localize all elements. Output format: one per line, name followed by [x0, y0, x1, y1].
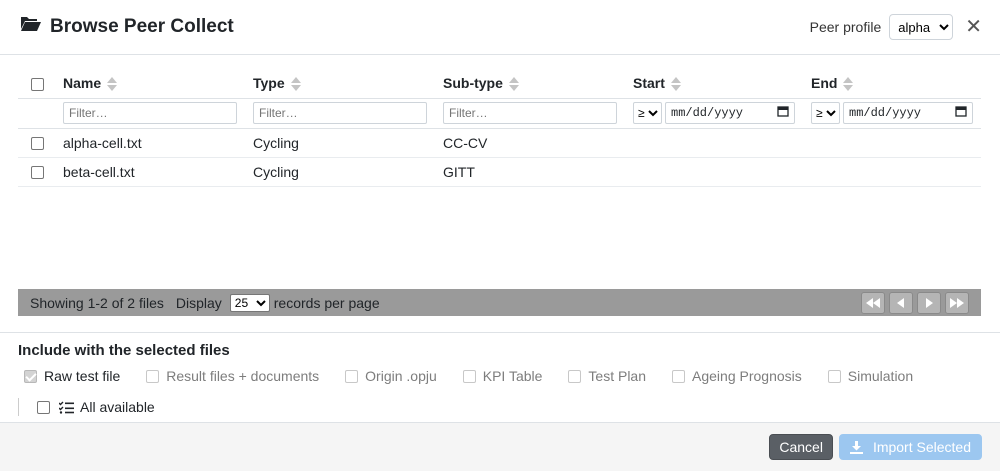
- raw-test-file-checkbox[interactable]: [24, 369, 37, 383]
- origin-opju-checkbox[interactable]: [345, 369, 359, 383]
- cancel-button[interactable]: Cancel: [769, 434, 833, 460]
- table-row[interactable]: beta-cell.txt Cycling GITT: [18, 157, 981, 187]
- double-chevron-left-icon: [866, 297, 880, 308]
- ageing-prognosis-checkbox[interactable]: [672, 369, 686, 383]
- pagination-bar: Showing 1-2 of 2 files Display 25 record…: [18, 289, 981, 316]
- cell-end: [803, 128, 981, 158]
- option-kpi-table[interactable]: KPI Table: [457, 368, 542, 384]
- per-page-suffix: records per page: [273, 294, 380, 311]
- next-page-button[interactable]: [917, 291, 941, 314]
- list-check-icon: [59, 401, 74, 414]
- display-label: Display: [175, 294, 222, 311]
- column-header-type[interactable]: Type: [245, 68, 435, 99]
- option-simulation[interactable]: Simulation: [822, 368, 913, 384]
- end-date-filter: ≥ mm/dd/yyyy: [811, 102, 973, 124]
- cell-name: beta-cell.txt: [55, 157, 245, 187]
- first-page-button[interactable]: [861, 291, 885, 314]
- peer-profile-select[interactable]: alpha: [889, 14, 954, 40]
- chevron-left-icon: [897, 297, 904, 308]
- vertical-divider: [18, 398, 19, 416]
- dialog-header: Browse Peer Collect Peer profile alpha ✕: [0, 0, 1000, 55]
- row-checkbox[interactable]: [31, 166, 44, 180]
- cell-end: [803, 157, 981, 187]
- option-test-plan[interactable]: Test Plan: [562, 368, 646, 384]
- select-all-checkbox[interactable]: [31, 77, 44, 91]
- end-date-input[interactable]: mm/dd/yyyy: [843, 102, 973, 124]
- column-header-subtype[interactable]: Sub-type: [435, 68, 625, 99]
- sort-icon[interactable]: [843, 76, 854, 91]
- cell-type: Cycling: [245, 128, 435, 158]
- sort-icon[interactable]: [107, 76, 118, 91]
- files-table: Name Type Sub-type Start End ≥: [18, 68, 981, 187]
- type-filter-input[interactable]: [253, 102, 427, 124]
- cell-type: Cycling: [245, 157, 435, 187]
- end-operator-select[interactable]: ≥: [811, 102, 840, 124]
- dialog-footer: Cancel Import Selected: [0, 422, 1000, 471]
- per-page-select[interactable]: 25: [229, 293, 270, 312]
- cell-name: alpha-cell.txt: [55, 128, 245, 158]
- import-selected-button[interactable]: Import Selected: [838, 434, 982, 460]
- dialog-title: Browse Peer Collect: [20, 15, 234, 39]
- sort-icon[interactable]: [290, 76, 301, 91]
- calendar-icon[interactable]: [777, 105, 789, 121]
- name-filter-input[interactable]: [63, 102, 237, 124]
- option-result-files[interactable]: Result files + documents: [140, 368, 319, 384]
- dialog-title-text: Browse Peer Collect: [50, 16, 234, 37]
- import-selected-label: Import Selected: [872, 439, 971, 455]
- last-page-button[interactable]: [945, 291, 969, 314]
- all-available-row: All available: [18, 396, 1000, 418]
- sort-icon[interactable]: [508, 76, 519, 91]
- kpi-table-checkbox[interactable]: [462, 369, 476, 383]
- test-plan-checkbox[interactable]: [568, 369, 582, 383]
- include-section-title: Include with the selected files: [18, 342, 230, 359]
- column-header-start[interactable]: Start: [625, 68, 803, 99]
- sort-icon[interactable]: [670, 76, 681, 91]
- include-section: Include with the selected files Raw test…: [18, 332, 1000, 418]
- folder-open-icon: [20, 15, 42, 39]
- browse-peer-collect-dialog: Browse Peer Collect Peer profile alpha ✕…: [0, 0, 1000, 471]
- table-header-row: Name Type Sub-type Start End: [18, 68, 981, 99]
- start-operator-select[interactable]: ≥: [633, 102, 662, 124]
- column-header-end[interactable]: End: [803, 68, 981, 99]
- column-header-name[interactable]: Name: [55, 68, 245, 99]
- filter-row: ≥ mm/dd/yyyy ≥ mm/dd/yyyy: [18, 98, 981, 129]
- cell-start: [625, 128, 803, 158]
- start-date-filter: ≥ mm/dd/yyyy: [633, 102, 795, 124]
- all-available-label: All available: [80, 399, 155, 415]
- option-origin-opju[interactable]: Origin .opju: [339, 368, 437, 384]
- calendar-icon[interactable]: [955, 105, 967, 121]
- double-chevron-right-icon: [950, 297, 964, 308]
- cell-subtype: GITT: [435, 157, 625, 187]
- chevron-right-icon: [926, 297, 933, 308]
- option-raw-test-file[interactable]: Raw test file: [18, 368, 120, 384]
- download-icon: [849, 440, 863, 454]
- files-table-container: Name Type Sub-type Start End ≥: [18, 68, 981, 187]
- records-count-text: Showing 1-2 of 2 files: [30, 294, 164, 311]
- all-available-checkbox[interactable]: [37, 400, 50, 414]
- include-options: Raw test file Result files + documents O…: [18, 368, 1000, 384]
- cell-start: [625, 157, 803, 187]
- prev-page-button[interactable]: [889, 291, 913, 314]
- cell-subtype: CC-CV: [435, 128, 625, 158]
- table-row[interactable]: alpha-cell.txt Cycling CC-CV: [18, 128, 981, 158]
- subtype-filter-input[interactable]: [443, 102, 617, 124]
- row-checkbox[interactable]: [31, 137, 44, 151]
- start-date-input[interactable]: mm/dd/yyyy: [665, 102, 795, 124]
- result-files-checkbox[interactable]: [146, 369, 160, 383]
- peer-profile-label: Peer profile: [809, 19, 882, 35]
- option-ageing-prognosis[interactable]: Ageing Prognosis: [666, 368, 802, 384]
- simulation-checkbox[interactable]: [827, 369, 841, 383]
- close-button[interactable]: ✕: [965, 17, 982, 37]
